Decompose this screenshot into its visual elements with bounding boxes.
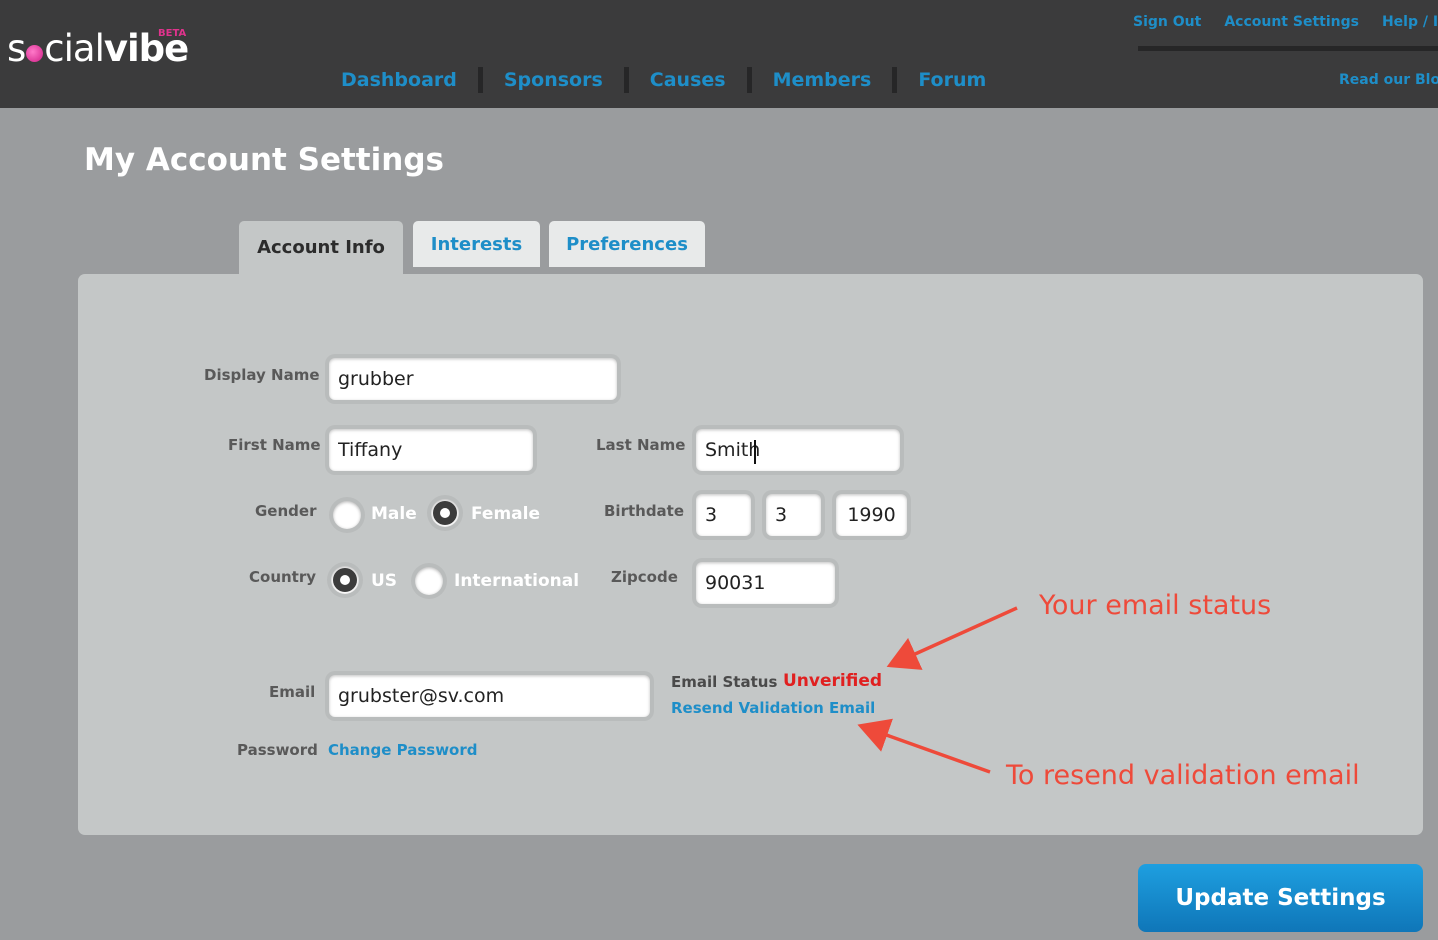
utility-links: Sign Out Account Settings Help / Info bbox=[1133, 14, 1438, 30]
display-name-label: Display Name bbox=[204, 366, 320, 384]
beta-badge: BETA bbox=[158, 28, 187, 39]
sign-out-link[interactable]: Sign Out bbox=[1133, 14, 1201, 30]
change-password-link[interactable]: Change Password bbox=[328, 741, 478, 759]
country-us-radio[interactable] bbox=[331, 566, 359, 594]
email-label: Email bbox=[269, 683, 316, 701]
update-settings-button[interactable]: Update Settings bbox=[1138, 864, 1423, 932]
main-nav: Dashboard Sponsors Causes Members Forum bbox=[341, 66, 986, 94]
birth-month-input[interactable] bbox=[696, 494, 751, 536]
gender-label: Gender bbox=[255, 502, 317, 520]
nav-dashboard[interactable]: Dashboard bbox=[341, 69, 457, 91]
help-info-link[interactable]: Help / Info bbox=[1382, 14, 1438, 30]
tab-preferences[interactable]: Preferences bbox=[549, 221, 705, 267]
annotation-resend: To resend validation email bbox=[1006, 760, 1360, 791]
gender-male-label: Male bbox=[371, 504, 417, 524]
nav-causes[interactable]: Causes bbox=[650, 69, 726, 91]
header-divider bbox=[1138, 46, 1438, 51]
nav-separator bbox=[477, 67, 483, 93]
birth-day-input[interactable] bbox=[766, 494, 821, 536]
text-cursor bbox=[754, 440, 756, 464]
gender-female-radio[interactable] bbox=[431, 499, 459, 527]
birth-year-input[interactable] bbox=[836, 494, 907, 536]
zipcode-label: Zipcode bbox=[611, 568, 678, 586]
display-name-input[interactable] bbox=[329, 358, 617, 400]
tab-interests[interactable]: Interests bbox=[413, 221, 540, 267]
resend-validation-link[interactable]: Resend Validation Email bbox=[671, 699, 875, 717]
country-international-label: International bbox=[454, 571, 580, 591]
country-us-label: US bbox=[371, 571, 398, 591]
tab-account-info[interactable]: Account Info bbox=[239, 221, 403, 274]
email-status-label: Email Status bbox=[671, 673, 778, 691]
nav-separator bbox=[746, 67, 752, 93]
country-label: Country bbox=[249, 568, 317, 586]
zipcode-input[interactable] bbox=[696, 562, 835, 604]
password-label: Password bbox=[237, 741, 318, 759]
logo-text-s: s bbox=[7, 27, 26, 70]
annotation-email-status: Your email status bbox=[1039, 590, 1272, 621]
first-name-label: First Name bbox=[228, 436, 321, 454]
page-title: My Account Settings bbox=[84, 142, 444, 178]
logo-text-social: cial bbox=[44, 27, 105, 70]
logo-dot-icon bbox=[26, 45, 44, 62]
gender-female-label: Female bbox=[471, 504, 540, 524]
country-international-radio[interactable] bbox=[415, 567, 443, 595]
nav-forum[interactable]: Forum bbox=[918, 69, 986, 91]
nav-sponsors[interactable]: Sponsors bbox=[504, 69, 603, 91]
email-status-value: Unverified bbox=[783, 671, 883, 691]
last-name-label: Last Name bbox=[596, 436, 686, 454]
email-input[interactable] bbox=[329, 675, 650, 717]
last-name-input[interactable] bbox=[696, 429, 900, 471]
account-settings-link[interactable]: Account Settings bbox=[1224, 14, 1359, 30]
gender-male-radio[interactable] bbox=[333, 501, 361, 529]
nav-members[interactable]: Members bbox=[773, 69, 872, 91]
birthdate-label: Birthdate bbox=[604, 502, 685, 520]
first-name-input[interactable] bbox=[329, 429, 533, 471]
top-header: s cialvibe BETA Dashboard Sponsors Causes… bbox=[0, 0, 1438, 108]
nav-separator bbox=[892, 67, 898, 93]
nav-separator bbox=[623, 67, 629, 93]
read-blog-link[interactable]: Read our Blog bbox=[1339, 72, 1438, 88]
